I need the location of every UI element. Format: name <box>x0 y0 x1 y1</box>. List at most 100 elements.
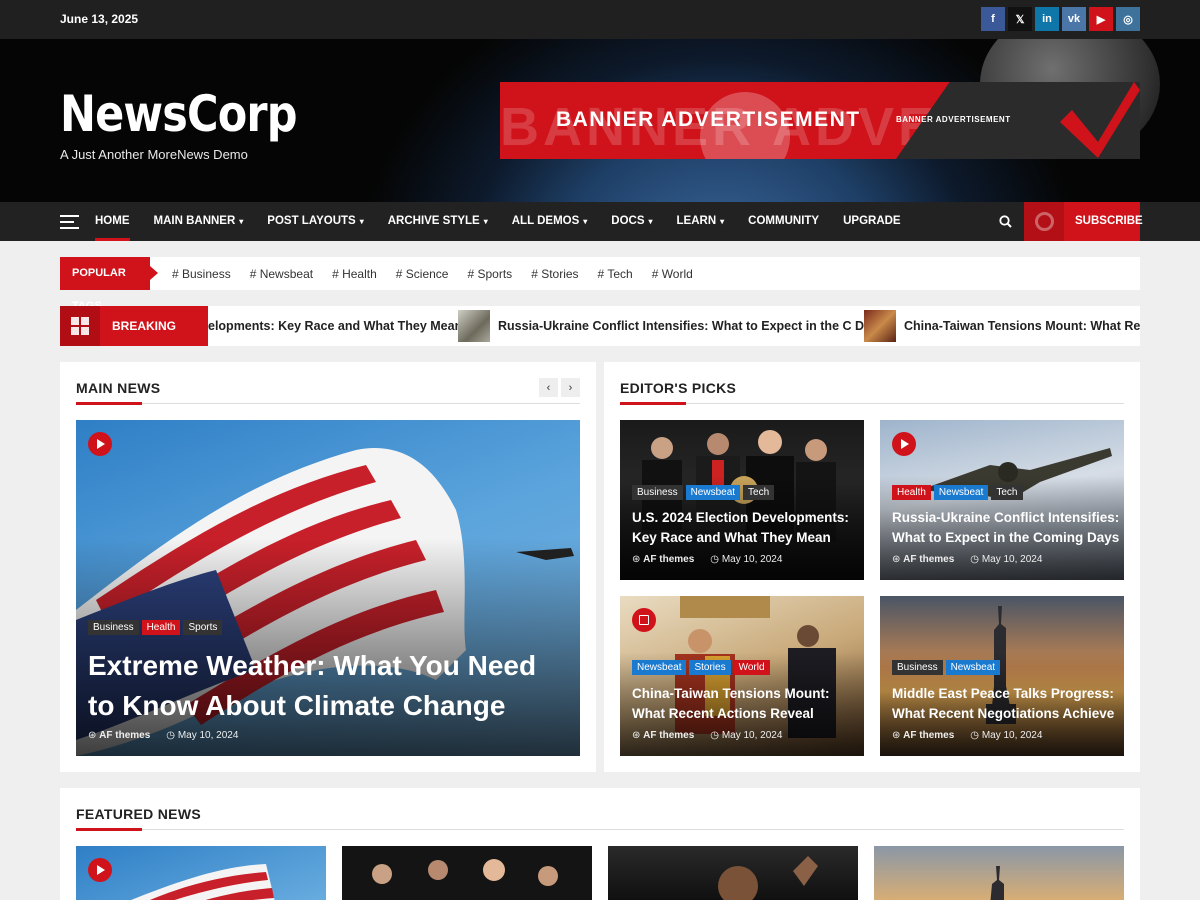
site-header: NewsCorp A Just Another MoreNews Demo BA… <box>0 39 1200 202</box>
nav-item-archive-style[interactable]: ARCHIVE STYLE ▾ <box>388 202 488 241</box>
badge-sports[interactable]: Sports <box>183 620 223 635</box>
pick-headline[interactable]: China-Taiwan Tensions Mount: What Recent… <box>632 684 860 724</box>
chevron-right-icon[interactable]: › <box>561 378 580 397</box>
main-news-section: MAIN NEWS ‹ › Business Health Sports Ext… <box>60 362 596 772</box>
banner-small-text: BANNER ADVERTISEMENT <box>896 115 1011 124</box>
editors-picks-section: EDITOR'S PICKS Business Newsbeat Tech U.… <box>604 362 1140 772</box>
pick-headline[interactable]: U.S. 2024 Election Developments: Key Rac… <box>632 508 860 548</box>
badge-newsbeat[interactable]: Newsbeat <box>685 485 741 500</box>
badge-stories[interactable]: Stories <box>689 660 731 675</box>
pick-headline[interactable]: Middle East Peace Talks Progress: What R… <box>892 684 1120 724</box>
clock-icon: ◷ <box>710 554 722 565</box>
author: ⊛ AF themes <box>88 730 151 741</box>
featured-news-section: FEATURED NEWS <box>60 788 1140 900</box>
banner-advertisement[interactable]: BANNER ADVERTISEME BANNER ADVERTISEMENT … <box>500 82 1140 159</box>
site-title[interactable]: NewsCorp <box>60 85 298 143</box>
badge-newsbeat[interactable]: Newsbeat <box>632 660 687 675</box>
tag-tech[interactable]: # Tech <box>598 267 633 281</box>
author: ⊛ AF themes <box>892 554 955 565</box>
breaking-news-label: BREAKING NEWS <box>100 306 208 346</box>
tag-business[interactable]: # Business <box>172 267 231 281</box>
tag-stories[interactable]: # Stories <box>531 267 578 281</box>
featured-card[interactable] <box>874 846 1124 900</box>
badge-newsbeat[interactable]: Newsbeat <box>933 485 989 500</box>
play-icon[interactable] <box>892 432 916 456</box>
chevron-left-icon[interactable]: ‹ <box>539 378 558 397</box>
badge-world[interactable]: World <box>733 660 770 675</box>
ticker-item[interactable]: elopments: Key Race and What They Mean <box>208 306 462 346</box>
speaker-image <box>718 856 818 900</box>
site-tagline: A Just Another MoreNews Demo <box>60 147 248 162</box>
tag-world[interactable]: # World <box>652 267 693 281</box>
editors-pick-card[interactable]: Newsbeat Stories World China-Taiwan Tens… <box>620 596 864 756</box>
editors-pick-card[interactable]: Business Newsbeat Middle East Peace Talk… <box>880 596 1124 756</box>
category-badges: Business Newsbeat Tech <box>632 485 775 500</box>
nav-item-home[interactable]: HOME <box>95 202 130 241</box>
post-meta: ⊛ AF themes ◷ May 10, 2024 <box>892 554 1042 565</box>
subscribe-button[interactable]: SUBSCRIBE <box>1024 202 1143 241</box>
hamburger-menu-icon[interactable] <box>60 215 79 229</box>
author: ⊛ AF themes <box>632 554 695 565</box>
linkedin-icon[interactable]: in <box>1035 7 1059 31</box>
badge-business[interactable]: Business <box>892 660 943 675</box>
x-icon[interactable]: 𝕏 <box>1008 7 1032 31</box>
ticker-item-text: elopments: Key Race and What They Mean <box>208 319 463 333</box>
category-badges: Business Health Sports <box>88 620 223 635</box>
editors-pick-card[interactable]: Health Newsbeat Tech Russia-Ukraine Conf… <box>880 420 1124 580</box>
ticker-item[interactable]: Russia-Ukraine Conflict Intensifies: Wha… <box>458 306 885 346</box>
tag-science[interactable]: # Science <box>396 267 449 281</box>
post-meta: ⊛ AF themes ◷ May 10, 2024 <box>632 730 782 741</box>
ticker-item[interactable]: China-Taiwan Tensions Mount: What Recent… <box>864 306 1140 346</box>
section-title: EDITOR'S PICKS <box>620 380 737 396</box>
badge-business[interactable]: Business <box>632 485 683 500</box>
ticker-thumbnail <box>864 310 896 342</box>
badge-tech[interactable]: Tech <box>991 485 1023 500</box>
featured-card[interactable] <box>76 846 326 900</box>
badge-health[interactable]: Health <box>892 485 931 500</box>
editors-pick-card[interactable]: Business Newsbeat Tech U.S. 2024 Electio… <box>620 420 864 580</box>
play-icon[interactable] <box>88 432 112 456</box>
nav-item-learn[interactable]: LEARN ▾ <box>677 202 725 241</box>
section-divider <box>76 402 580 405</box>
pick-headline[interactable]: Russia-Ukraine Conflict Intensifies: Wha… <box>892 508 1120 548</box>
date: ◷ May 10, 2024 <box>710 554 783 565</box>
main-headline[interactable]: Extreme Weather: What You Need to Know A… <box>88 646 558 726</box>
subscribe-ring-icon <box>1024 202 1064 241</box>
date: ◷ May 10, 2024 <box>970 554 1043 565</box>
grid-icon <box>60 306 100 346</box>
date: ◷ May 10, 2024 <box>166 730 239 741</box>
youtube-icon[interactable]: ▶ <box>1089 7 1113 31</box>
badge-health[interactable]: Health <box>141 620 181 635</box>
post-meta: ⊛ AF themes ◷ May 10, 2024 <box>632 554 782 565</box>
tag-newsbeat[interactable]: # Newsbeat <box>250 267 313 281</box>
author: ⊛ AF themes <box>892 730 955 741</box>
badge-newsbeat[interactable]: Newsbeat <box>945 660 1001 675</box>
chevron-down-icon: ▾ <box>483 217 488 226</box>
user-icon: ⊛ <box>892 730 904 741</box>
badge-business[interactable]: Business <box>88 620 139 635</box>
nav-item-main-banner[interactable]: MAIN BANNER ▾ <box>154 202 244 241</box>
gallery-icon[interactable] <box>632 608 656 632</box>
nav-item-docs[interactable]: DOCS ▾ <box>611 202 652 241</box>
featured-card[interactable] <box>608 846 858 900</box>
checkmark-icon <box>1060 82 1140 158</box>
chevron-down-icon: ▾ <box>720 217 725 226</box>
chevron-down-icon: ▾ <box>583 217 588 226</box>
featured-card[interactable] <box>342 846 592 900</box>
slider-arrows: ‹ › <box>539 378 580 397</box>
section-title: FEATURED NEWS <box>76 806 201 822</box>
tag-sports[interactable]: # Sports <box>467 267 512 281</box>
instagram-icon[interactable]: ◎ <box>1116 7 1140 31</box>
main-navigation: HOME MAIN BANNER ▾ POST LAYOUTS ▾ ARCHIVE … <box>0 202 1200 241</box>
nav-item-post-layouts[interactable]: POST LAYOUTS ▾ <box>267 202 363 241</box>
nav-item-community[interactable]: COMMUNITY <box>748 202 819 241</box>
vk-icon[interactable]: vk <box>1062 7 1086 31</box>
nav-item-all-demos[interactable]: ALL DEMOS ▾ <box>512 202 588 241</box>
tag-health[interactable]: # Health <box>332 267 377 281</box>
play-icon[interactable] <box>88 858 112 882</box>
facebook-icon[interactable]: f <box>981 7 1005 31</box>
badge-tech[interactable]: Tech <box>743 485 775 500</box>
main-news-slide[interactable]: Business Health Sports Extreme Weather: … <box>76 420 580 756</box>
nav-item-upgrade[interactable]: UPGRADE <box>843 202 901 241</box>
search-icon[interactable] <box>998 214 1014 230</box>
